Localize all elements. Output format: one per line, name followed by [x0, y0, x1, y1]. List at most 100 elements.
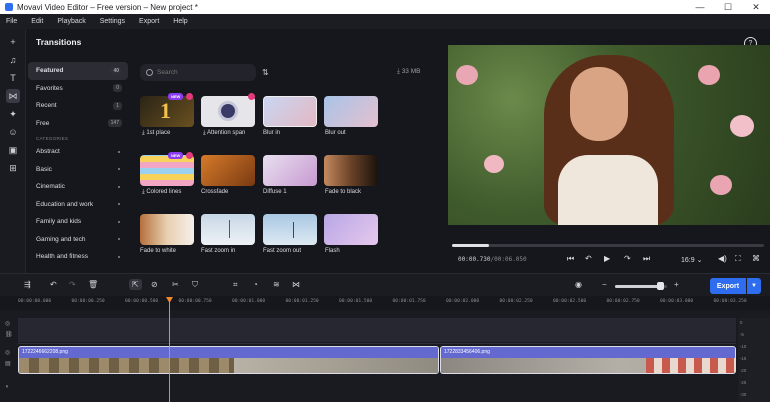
transition-thumb-fast-zoom-out[interactable]: [263, 214, 317, 245]
category-recent[interactable]: Recent 1: [28, 97, 128, 115]
zoom-in-icon[interactable]: +: [674, 280, 679, 289]
fullscreen-icon[interactable]: ⛶: [735, 254, 741, 264]
adjust-icon[interactable]: ≋: [273, 280, 280, 289]
maximize-button[interactable]: ☐: [714, 0, 742, 14]
titles-icon[interactable]: T: [6, 71, 20, 85]
zoom-slider-handle[interactable]: [657, 282, 664, 290]
transition-label: Blur out: [325, 130, 346, 136]
transition-thumb-attention-span[interactable]: [201, 96, 255, 127]
transition-thumb-blur-out[interactable]: [324, 96, 378, 127]
storage-size: ⤓ 33 MB: [397, 68, 421, 75]
ruler-tick-label: 00:00:03.250: [713, 299, 747, 304]
search-input[interactable]: [157, 69, 247, 76]
link-icon[interactable]: ⛓: [5, 331, 13, 338]
transition-label: Diffuse 1: [263, 189, 287, 195]
track-divider: [18, 343, 736, 344]
menu-playback[interactable]: Playback: [57, 18, 85, 25]
category-gaming[interactable]: Gaming and tech: [28, 231, 128, 249]
ruler-tick-label: 00:00:00.750: [178, 299, 212, 304]
close-button[interactable]: ✕: [742, 0, 770, 14]
transition-thumb-colored-lines[interactable]: [140, 155, 194, 186]
export-dropdown-icon[interactable]: ▼: [747, 278, 761, 294]
transition-thumb-fade-to-black[interactable]: [324, 155, 378, 186]
transitions-icon[interactable]: ⋈: [6, 89, 20, 103]
eye-icon[interactable]: ◎: [5, 349, 10, 356]
meter-tick: -25: [740, 380, 747, 385]
category-cinematic[interactable]: Cinematic: [28, 178, 128, 196]
transition-thumb-fast-zoom-in[interactable]: [201, 214, 255, 245]
add-media-icon[interactable]: +: [6, 35, 20, 49]
play-icon[interactable]: ▶: [604, 254, 610, 263]
export-button[interactable]: Export: [710, 278, 746, 294]
select-tool-icon[interactable]: ⇱: [129, 279, 142, 290]
shield-icon[interactable]: ⛉: [192, 280, 198, 290]
transition-thumb-blur-in[interactable]: [263, 96, 317, 127]
minimize-button[interactable]: —: [686, 0, 714, 14]
effects-wand-icon[interactable]: ✦: [6, 107, 20, 121]
crop-icon[interactable]: ⌗: [233, 280, 238, 290]
mute-icon[interactable]: ◖: [5, 384, 9, 390]
premium-crown-icon: [186, 93, 193, 100]
menu-edit[interactable]: Edit: [31, 18, 43, 25]
stickers-icon[interactable]: ☺: [6, 125, 20, 139]
empty-track[interactable]: [18, 318, 736, 342]
menu-help[interactable]: Help: [173, 18, 187, 25]
split-scissors-icon[interactable]: ✂: [172, 280, 179, 289]
meter-tick: -10: [740, 344, 747, 349]
step-forward-icon[interactable]: ↷: [624, 254, 631, 263]
menu-export[interactable]: Export: [139, 18, 159, 25]
ruler-tick-label: 00:00:00.250: [71, 299, 105, 304]
transition-label: Fast zoom out: [263, 248, 302, 254]
redo-icon[interactable]: ↷: [69, 280, 76, 289]
category-education[interactable]: Education and work: [28, 196, 128, 214]
sort-icon[interactable]: ⇅: [262, 68, 269, 77]
magnet-icon[interactable]: ◉: [575, 280, 582, 289]
transition-label: Fast zoom in: [201, 248, 236, 254]
category-basic[interactable]: Basic: [28, 161, 128, 179]
menu-settings[interactable]: Settings: [100, 18, 125, 25]
category-free[interactable]: Free 147: [28, 115, 128, 133]
playback-scrubber[interactable]: [452, 244, 764, 247]
transition-thumb-diffuse-1[interactable]: [263, 155, 317, 186]
track-settings-icon[interactable]: ⇶: [24, 280, 31, 289]
search-box[interactable]: [140, 64, 256, 81]
category-health[interactable]: Health and fitness: [28, 248, 128, 266]
skip-start-icon[interactable]: ⏮: [567, 254, 574, 264]
category-favorites[interactable]: Favorites 0: [28, 80, 128, 98]
undo-icon[interactable]: ↶: [50, 280, 57, 289]
transition-thumb-crossfade[interactable]: [201, 155, 255, 186]
timeline-ruler[interactable]: 00:00:00.000 00:00:00.250 00:00:00.500 00:0…: [18, 297, 770, 309]
categories-heading: CATEGORIES: [36, 136, 69, 141]
expand-dot-icon: [118, 168, 120, 171]
snapshot-icon[interactable]: ⌘: [752, 254, 760, 263]
timeline-clip[interactable]: 1722246662208.png: [18, 346, 439, 374]
category-featured[interactable]: Featured 40: [28, 62, 128, 80]
transition-thumb-fade-to-white[interactable]: [140, 214, 194, 245]
category-abstract[interactable]: Abstract: [28, 143, 128, 161]
playhead[interactable]: [169, 298, 170, 402]
volume-icon[interactable]: ◀): [718, 254, 727, 263]
timecode: 00:00.730/00:06.050: [458, 256, 527, 263]
more-tools-icon[interactable]: ⊞: [6, 161, 20, 175]
speed-icon[interactable]: ◔: [253, 280, 258, 289]
disable-icon[interactable]: ⊘: [151, 280, 158, 289]
menu-bar: File Edit Playback Settings Export Help: [0, 14, 770, 29]
delete-icon[interactable]: 🗑: [88, 280, 98, 289]
record-icon[interactable]: ▣: [6, 143, 20, 157]
timeline-clip[interactable]: 1722833456406.png: [440, 346, 736, 374]
transition-icon[interactable]: ⋈: [292, 280, 300, 289]
window-title: Movavi Video Editor – Free version – New…: [17, 2, 198, 12]
category-family[interactable]: Family and kids: [28, 213, 128, 231]
aspect-ratio-select[interactable]: 16:9 ⌄: [681, 256, 702, 264]
meter-tick: -15: [740, 356, 747, 361]
step-back-icon[interactable]: ↶: [585, 254, 592, 263]
lock-icon[interactable]: ▤: [5, 360, 11, 367]
music-icon[interactable]: ♫: [6, 53, 20, 67]
skip-end-icon[interactable]: ⏭: [643, 254, 650, 264]
eye-icon[interactable]: ◎: [5, 320, 10, 327]
menu-file[interactable]: File: [6, 18, 17, 25]
ruler-tick-label: 00:00:00.500: [125, 299, 159, 304]
zoom-out-icon[interactable]: −: [602, 280, 607, 289]
transition-thumb-flash[interactable]: [324, 214, 378, 245]
transition-thumb-1st-place[interactable]: 1: [140, 96, 194, 127]
